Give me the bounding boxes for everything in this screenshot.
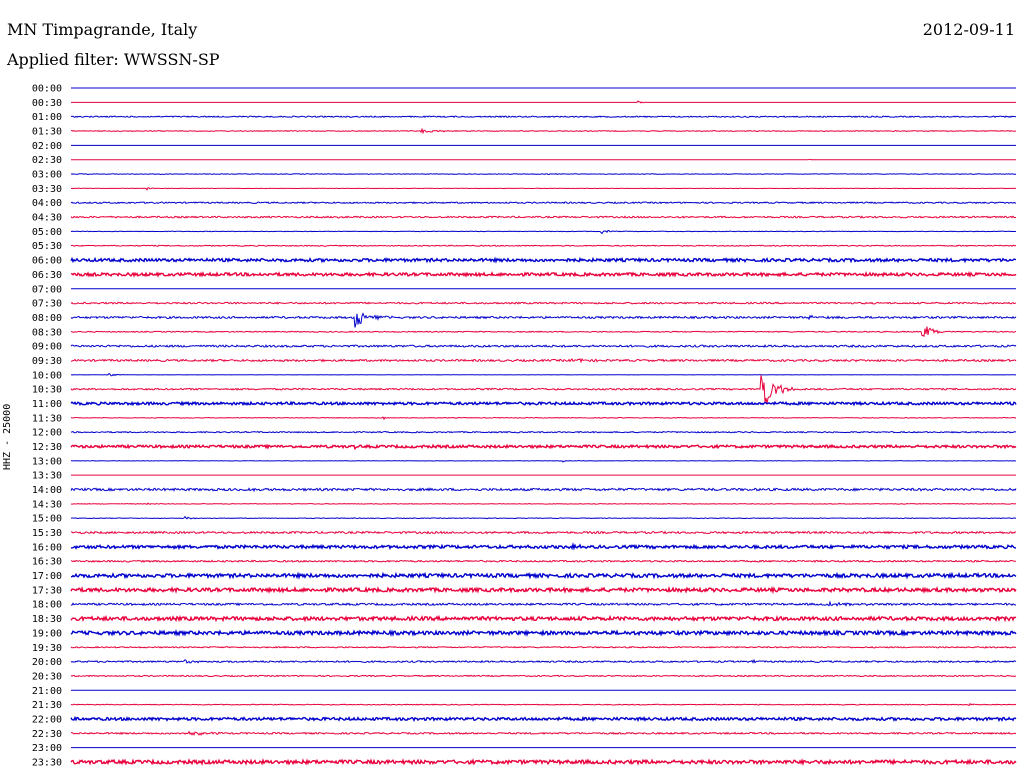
tick-label: 20:00 — [32, 657, 62, 668]
trace-line — [70, 173, 1017, 176]
trace-line — [70, 614, 1017, 623]
trace-line — [70, 201, 1017, 205]
tick-label: 10:00 — [32, 370, 62, 381]
trace-line — [70, 301, 1017, 305]
tick-label: 04:30 — [32, 213, 62, 224]
tick-label: 03:30 — [32, 184, 62, 195]
trace-line — [70, 530, 1017, 535]
trace-line — [70, 230, 1017, 235]
tick-label: 16:30 — [32, 557, 62, 568]
tick-label: 02:30 — [32, 155, 62, 166]
trace-line — [70, 702, 1017, 707]
trace-line — [70, 645, 1017, 649]
tick-label: 13:30 — [32, 471, 62, 482]
trace-line — [70, 375, 1017, 404]
tick-label: 08:30 — [32, 327, 62, 338]
tick-label: 05:30 — [32, 241, 62, 252]
tick-label: 07:30 — [32, 299, 62, 310]
tick-label: 19:00 — [32, 628, 62, 639]
trace-line — [71, 100, 1016, 104]
trace-line — [70, 758, 1017, 767]
trace-line — [71, 372, 1017, 377]
tick-label: 13:00 — [32, 456, 62, 467]
trace-line — [70, 256, 1017, 264]
trace-line — [70, 271, 1017, 279]
trace-line — [70, 658, 1017, 664]
tick-label: 17:00 — [32, 571, 62, 582]
tick-label: 10:30 — [32, 385, 62, 396]
trace-line — [70, 357, 1017, 364]
trace-line — [70, 559, 1017, 563]
trace-line — [70, 571, 1017, 580]
tick-label: 14:00 — [32, 485, 62, 496]
tick-label: 19:30 — [32, 643, 62, 654]
tick-label: 12:30 — [32, 442, 62, 453]
tick-label: 21:00 — [32, 686, 62, 697]
tick-label: 00:00 — [32, 84, 62, 95]
tick-label: 08:00 — [32, 313, 62, 324]
tick-label: 03:00 — [32, 170, 62, 181]
tick-label: 05:00 — [32, 227, 62, 238]
tick-label: 01:00 — [32, 112, 62, 123]
trace-line — [70, 674, 1017, 678]
tick-label: 18:30 — [32, 614, 62, 625]
tick-label: 22:00 — [32, 714, 62, 725]
tick-label: 09:30 — [32, 356, 62, 367]
tick-label: 12:00 — [32, 428, 62, 439]
trace-line — [70, 585, 1017, 595]
trace-line — [70, 730, 1017, 736]
trace-line — [70, 443, 1017, 451]
tick-label: 21:30 — [32, 700, 62, 711]
trace-line — [70, 502, 1017, 506]
trace-line — [70, 115, 1017, 119]
trace-line — [70, 542, 1017, 551]
tick-label: 14:30 — [32, 499, 62, 510]
trace-line — [70, 244, 1017, 247]
trace-line — [70, 628, 1017, 638]
tick-label: 00:30 — [32, 98, 62, 109]
trace-line — [70, 715, 1017, 723]
tick-label: 17:30 — [32, 585, 62, 596]
trace-line — [70, 215, 1017, 219]
tick-label: 23:30 — [32, 757, 62, 768]
trace-line — [71, 127, 1017, 135]
tick-label: 01:30 — [32, 127, 62, 138]
tick-label: 06:00 — [32, 256, 62, 267]
tick-label: 11:00 — [32, 399, 62, 410]
tick-label: 15:00 — [32, 514, 62, 525]
tick-label: 07:00 — [32, 284, 62, 295]
tick-label: 18:00 — [32, 600, 62, 611]
tick-label: 06:30 — [32, 270, 62, 281]
trace-line — [70, 344, 1017, 349]
trace-line — [70, 459, 1017, 463]
trace-line — [70, 400, 1017, 407]
helicorder-plot: 00:00 00:30 01:00 01:30 02:00 02:30 03:00 03:30… — [32, 84, 1017, 768]
tick-label: 09:00 — [32, 342, 62, 353]
trace-line — [70, 416, 1017, 421]
tick-label: 20:30 — [32, 671, 62, 682]
trace-line — [70, 326, 1017, 338]
tick-label: 22:30 — [32, 729, 62, 740]
tick-label: 11:30 — [32, 413, 62, 424]
trace-line — [70, 487, 1017, 493]
tick-label: 04:00 — [32, 198, 62, 209]
trace-line — [70, 312, 1017, 328]
trace-line — [70, 430, 1017, 434]
trace-line — [70, 187, 1017, 191]
tick-label: 02:00 — [32, 141, 62, 152]
tick-label: 15:30 — [32, 528, 62, 539]
tick-label: 23:00 — [32, 743, 62, 754]
trace-line — [70, 600, 1017, 607]
trace-line — [70, 515, 1017, 520]
tick-label: 16:00 — [32, 542, 62, 553]
